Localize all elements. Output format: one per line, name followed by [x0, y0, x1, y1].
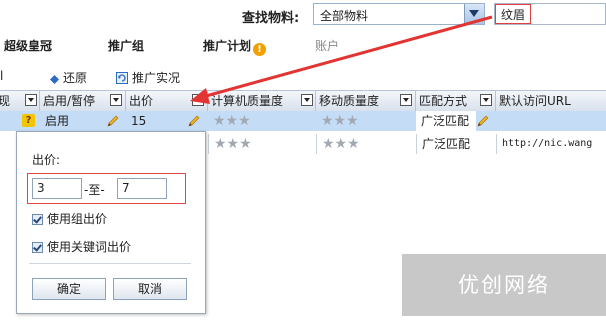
grid-header: 表现 启用/暂停 出价 计算机质量度 移动质量度 匹配方式 默认访问URL [0, 90, 606, 112]
url-cell [496, 111, 606, 131]
edit-match-pencil-icon[interactable] [477, 115, 489, 130]
use-keyword-bid-checkbox[interactable] [32, 242, 43, 253]
diamond-icon [50, 73, 59, 87]
keyword-search-input[interactable]: 纹眉 [494, 3, 606, 25]
tab-super-crown[interactable]: 超级皇冠 [4, 37, 52, 54]
promo-status-button[interactable]: 推广实况 [116, 69, 180, 87]
col-header-pc-quality[interactable]: 计算机质量度 [208, 91, 316, 111]
question-icon[interactable]: ? [22, 114, 35, 127]
col-header-pc-quality-label: 计算机质量度 [211, 94, 284, 108]
match-type-cell: 广泛匹配 [416, 111, 476, 131]
chevron-down-icon[interactable] [25, 94, 37, 106]
col-header-mobile-quality[interactable]: 移动质量度 [316, 91, 416, 111]
keyword-search-value: 纹眉 [495, 4, 532, 24]
edit-bid-pencil-icon[interactable] [188, 115, 200, 130]
confirm-button[interactable]: 确定 [32, 278, 106, 300]
use-keyword-bid-label: 使用关键词出价 [47, 240, 132, 254]
match-type-cell: 广泛匹配 [416, 134, 496, 154]
promo-status-label: 推广实况 [132, 71, 181, 85]
search-label: 查找物料: [242, 11, 300, 26]
toolbar-edge-label: l [0, 69, 4, 83]
watermark: 优创网络 [402, 254, 606, 316]
material-select[interactable]: 全部物料 [313, 3, 485, 25]
chevron-down-icon[interactable] [480, 94, 492, 106]
tab-campaign-label: 推广计划 [203, 39, 252, 53]
bid-min-input[interactable]: 3 [32, 178, 82, 199]
pc-quality-stars: ★★★ [208, 134, 316, 154]
bid-range-group: 3 -至- 7 [27, 173, 186, 204]
use-group-bid-label: 使用组出价 [47, 212, 108, 226]
bid-filter-title: 出价: [32, 153, 61, 167]
chevron-down-icon[interactable] [110, 94, 122, 106]
edit-status-pencil-icon[interactable] [107, 115, 119, 130]
bid-range-separator: -至- [84, 183, 105, 197]
tab-campaign[interactable]: 推广计划! [203, 37, 267, 56]
restore-button[interactable]: 还原 [50, 69, 87, 87]
cancel-button[interactable]: 取消 [113, 278, 187, 300]
col-header-default-url-label: 默认访问URL [499, 94, 571, 108]
bid-cell: 15 [131, 114, 147, 128]
col-header-bid-label: 出价 [129, 94, 154, 108]
col-header-mobile-quality-label: 移动质量度 [319, 94, 380, 108]
table-row[interactable]: ? 启用 15 ★★★ ★★★ 广泛匹配 [0, 111, 606, 131]
popup-divider [29, 263, 191, 264]
chevron-down-icon[interactable] [464, 4, 484, 24]
col-header-status-label: 启用/暂停 [43, 94, 96, 108]
tab-ad-group[interactable]: 推广组 [108, 37, 144, 54]
refresh-icon [116, 72, 128, 87]
bid-filter-popup: 出价: 3 -至- 7 使用组出价 使用关键词出价 确定 取消 [16, 131, 206, 314]
col-header-bid[interactable]: 出价 [126, 91, 208, 111]
tab-account[interactable]: 账户 [315, 37, 339, 54]
col-header-match-type-label: 匹配方式 [419, 94, 468, 108]
chevron-down-icon[interactable] [400, 94, 412, 106]
mobile-quality-stars: ★★★ [321, 113, 359, 129]
chevron-down-icon[interactable] [301, 94, 313, 106]
url-cell[interactable]: http://nic.wang [496, 134, 606, 154]
mobile-quality-stars: ★★★ [316, 134, 416, 154]
col-header-match-type[interactable]: 匹配方式 [416, 91, 496, 111]
col-header-default-url[interactable]: 默认访问URL [496, 91, 606, 111]
use-group-bid-checkbox[interactable] [32, 214, 43, 225]
use-keyword-bid-option[interactable]: 使用关键词出价 [32, 238, 131, 255]
bid-max-input[interactable]: 7 [117, 178, 167, 199]
use-group-bid-option[interactable]: 使用组出价 [32, 210, 107, 227]
col-header-status[interactable]: 启用/暂停 [40, 91, 126, 111]
pc-quality-stars: ★★★ [213, 113, 251, 129]
chevron-down-icon[interactable] [192, 94, 204, 106]
restore-label: 还原 [63, 71, 88, 85]
info-icon: ! [253, 43, 267, 56]
col-header-performance-label: 表现 [0, 94, 10, 108]
col-header-performance[interactable]: 表现 [0, 91, 40, 111]
material-select-value: 全部物料 [320, 9, 369, 23]
